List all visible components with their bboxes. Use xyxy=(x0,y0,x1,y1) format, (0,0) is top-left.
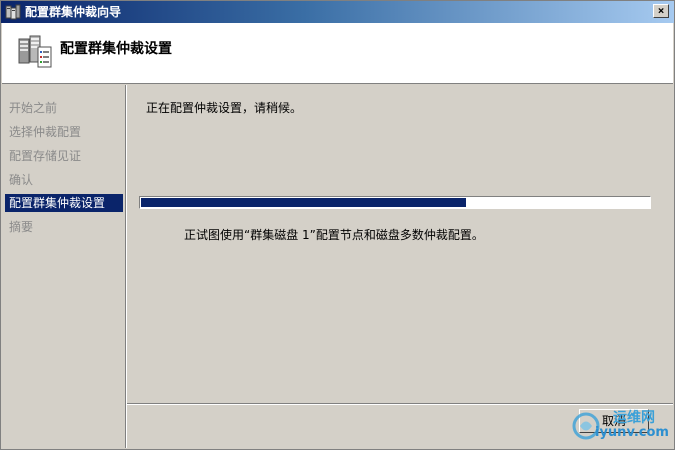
wizard-header: 配置群集仲裁设置 xyxy=(2,23,673,84)
progress-detail-text: 正试图使用“群集磁盘 1”配置节点和磁盘多数仲裁配置。 xyxy=(184,228,484,242)
progress-fill xyxy=(141,198,466,207)
window-title: 配置群集仲裁向导 xyxy=(25,5,122,19)
close-button[interactable]: × xyxy=(653,4,669,18)
cluster-servers-icon xyxy=(18,35,52,68)
cluster-app-icon xyxy=(5,4,21,20)
title-bar[interactable]: 配置群集仲裁向导 × xyxy=(1,1,674,23)
cancel-button[interactable]: 取消 xyxy=(579,409,649,433)
sidebar-divider xyxy=(126,85,127,448)
page-title: 配置群集仲裁设置 xyxy=(60,41,172,57)
sidebar-item-confirm[interactable]: 确认 xyxy=(5,171,123,189)
close-icon: × xyxy=(657,4,665,17)
sidebar-item-before-you-begin[interactable]: 开始之前 xyxy=(5,99,123,117)
progress-bar xyxy=(139,196,651,209)
sidebar-item-storage-witness[interactable]: 配置存储见证 xyxy=(5,147,123,165)
sidebar-item-summary[interactable]: 摘要 xyxy=(5,218,123,236)
sidebar-item-select-quorum[interactable]: 选择仲裁配置 xyxy=(5,123,123,141)
wizard-steps-sidebar: 开始之前 选择仲裁配置 配置存储见证 确认 配置群集仲裁设置 摘要 xyxy=(2,85,126,448)
wizard-window: 配置群集仲裁向导 × 配置群集仲裁设置 开始之前 选择仲裁配置 配置存储见证 确… xyxy=(0,0,675,450)
sidebar-item-configure-quorum[interactable]: 配置群集仲裁设置 xyxy=(5,194,123,212)
status-text: 正在配置仲裁设置，请稍候。 xyxy=(146,101,303,115)
